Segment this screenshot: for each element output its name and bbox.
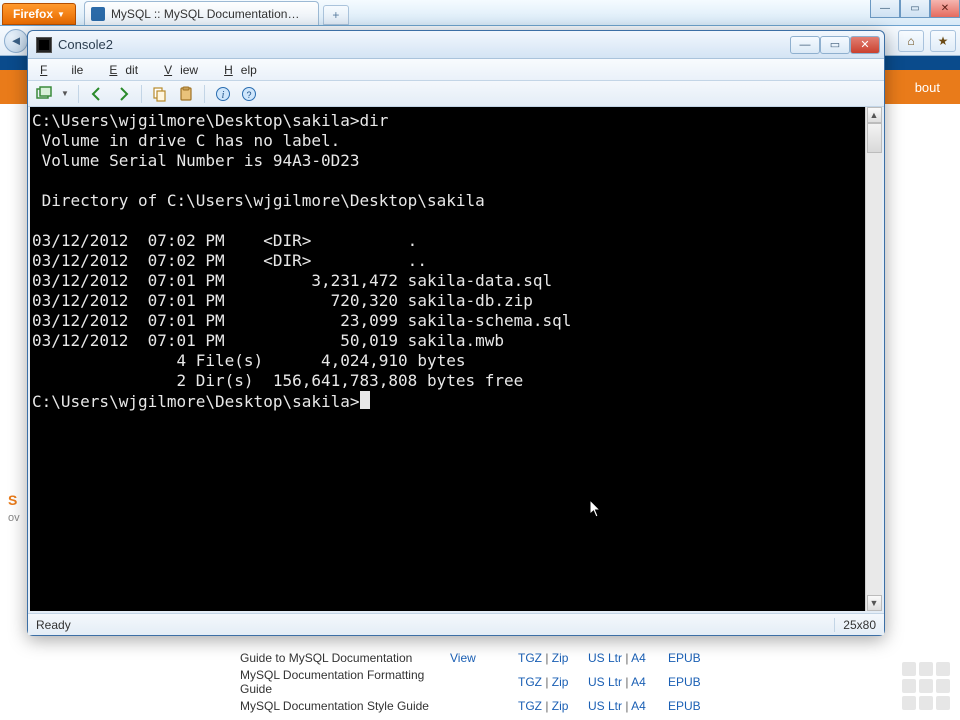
- sliver-line: N: [8, 473, 26, 491]
- sliver-line: M: [8, 455, 26, 473]
- menu-file-label: ile: [63, 61, 91, 79]
- mysql-favicon-icon: [91, 7, 105, 21]
- sliver-line: ov: [8, 509, 26, 527]
- sliver-line: S: [8, 491, 26, 509]
- menu-edit-label: dit: [117, 61, 146, 79]
- menu-help[interactable]: Help: [216, 61, 273, 79]
- menu-view[interactable]: View: [156, 61, 214, 79]
- table-row: MySQL Documentation Style Guide TGZ | Zi…: [240, 694, 728, 718]
- back-button[interactable]: ◄: [4, 29, 28, 53]
- paste-button[interactable]: [176, 84, 196, 104]
- console2-menubar: File Edit View Help: [28, 59, 884, 81]
- a4-link[interactable]: A4: [631, 699, 646, 713]
- scroll-thumb[interactable]: [867, 123, 882, 153]
- table-row: MySQL Documentation Formatting Guide TGZ…: [240, 670, 728, 694]
- help-button[interactable]: ?: [239, 84, 259, 104]
- terminal-output: C:\Users\wjgilmore\Desktop\sakila>dir Vo…: [32, 111, 571, 390]
- svg-text:i: i: [222, 90, 225, 101]
- menu-edit[interactable]: Edit: [101, 61, 154, 79]
- terminal-prompt: C:\Users\wjgilmore\Desktop\sakila>: [32, 392, 360, 411]
- console2-titlebar[interactable]: Console2 — ▭ ✕: [28, 31, 884, 59]
- maximize-button[interactable]: ▭: [820, 36, 850, 54]
- status-ready: Ready: [36, 618, 71, 632]
- new-tab-button[interactable]: +: [323, 5, 349, 25]
- zip-link[interactable]: Zip: [552, 699, 569, 713]
- maximize-button[interactable]: ▭: [900, 0, 930, 18]
- scroll-up-icon[interactable]: ▲: [867, 107, 882, 123]
- copy-button[interactable]: [150, 84, 170, 104]
- usltr-link[interactable]: US Ltr: [588, 651, 622, 665]
- terminal-viewport[interactable]: C:\Users\wjgilmore\Desktop\sakila>dir Vo…: [30, 107, 865, 611]
- a4-link[interactable]: A4: [631, 651, 646, 665]
- doc-title: MySQL Documentation Style Guide: [240, 699, 450, 713]
- bookmark-button[interactable]: ★: [930, 30, 956, 52]
- tgz-link[interactable]: TGZ: [518, 699, 542, 713]
- console2-toolbar: ▼ i ?: [28, 81, 884, 107]
- console2-body: C:\Users\wjgilmore\Desktop\sakila>dir Vo…: [28, 107, 884, 613]
- epub-link[interactable]: EPUB: [668, 699, 701, 713]
- nav-fragment: bout: [915, 80, 940, 95]
- tab-title: MySQL :: MySQL Documentation: Other ...: [111, 7, 301, 21]
- info-button[interactable]: i: [213, 84, 233, 104]
- console2-window-controls: — ▭ ✕: [790, 36, 880, 54]
- documentation-table: Guide to MySQL Documentation View TGZ | …: [240, 646, 728, 718]
- zip-link[interactable]: Zip: [552, 651, 569, 665]
- side-advert-fragment: M N S ov: [8, 455, 26, 527]
- console2-title: Console2: [58, 37, 113, 52]
- minimize-button[interactable]: —: [790, 36, 820, 54]
- prev-tab-button[interactable]: [87, 84, 107, 104]
- tgz-link[interactable]: TGZ: [518, 675, 542, 689]
- firefox-label: Firefox: [13, 7, 53, 21]
- menu-help-label: elp: [233, 61, 265, 79]
- doc-title: MySQL Documentation Formatting Guide: [240, 668, 450, 696]
- close-button[interactable]: ✕: [850, 36, 880, 54]
- status-dimensions: 25x80: [834, 618, 876, 632]
- scrollbar[interactable]: ▲ ▼: [865, 107, 882, 611]
- view-link[interactable]: View: [450, 651, 476, 665]
- menu-view-label: iew: [172, 61, 206, 79]
- svg-text:?: ?: [246, 90, 251, 100]
- tgz-link[interactable]: TGZ: [518, 651, 542, 665]
- firefox-menu-button[interactable]: Firefox ▼: [2, 3, 76, 25]
- console2-statusbar: Ready 25x80: [28, 613, 884, 635]
- chevron-down-icon: ▼: [57, 10, 65, 19]
- epub-link[interactable]: EPUB: [668, 651, 701, 665]
- table-row: Guide to MySQL Documentation View TGZ | …: [240, 646, 728, 670]
- scroll-down-icon[interactable]: ▼: [867, 595, 882, 611]
- epub-link[interactable]: EPUB: [668, 675, 701, 689]
- browser-tab[interactable]: MySQL :: MySQL Documentation: Other ...: [84, 1, 319, 25]
- usltr-link[interactable]: US Ltr: [588, 699, 622, 713]
- window-controls: — ▭ ✕: [870, 0, 960, 18]
- dropdown-icon[interactable]: ▼: [60, 84, 70, 104]
- console2-window: Console2 — ▭ ✕ File Edit View Help ▼: [27, 30, 885, 636]
- minimize-button[interactable]: —: [870, 0, 900, 18]
- menu-file[interactable]: File: [32, 61, 99, 79]
- next-tab-button[interactable]: [113, 84, 133, 104]
- video-watermark-icon: [902, 662, 950, 710]
- close-button[interactable]: ✕: [930, 0, 960, 18]
- console-icon: [36, 37, 52, 53]
- terminal-cursor-icon: [360, 391, 370, 409]
- a4-link[interactable]: A4: [631, 675, 646, 689]
- doc-title: Guide to MySQL Documentation: [240, 651, 450, 665]
- home-button[interactable]: ⌂: [898, 30, 924, 52]
- firefox-titlebar: Firefox ▼ MySQL :: MySQL Documentation: …: [0, 0, 960, 26]
- zip-link[interactable]: Zip: [552, 675, 569, 689]
- new-tab-button[interactable]: [34, 84, 54, 104]
- usltr-link[interactable]: US Ltr: [588, 675, 622, 689]
